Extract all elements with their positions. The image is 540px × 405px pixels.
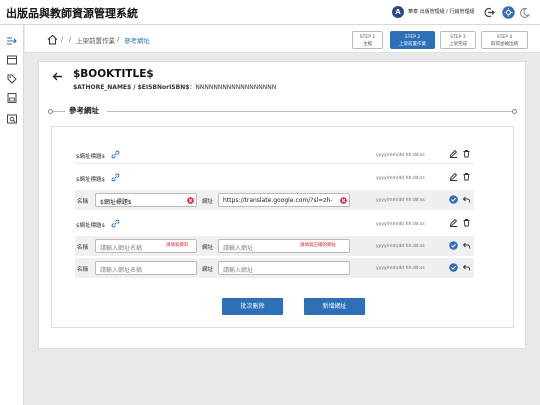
confirm-icon[interactable]	[449, 241, 458, 250]
url-label: 網址	[202, 245, 214, 251]
section-divider	[107, 111, 512, 112]
tag-icon[interactable]	[6, 73, 18, 85]
undo-icon[interactable]	[462, 195, 471, 204]
avatar[interactable]: A	[392, 6, 404, 18]
main-card: $BOOKTITLE$ $ATHORE_NAME$ / $EISBNorISBN…	[38, 61, 526, 349]
list-item: $網址標題$ yyyy/mm/dd hh:dd:ss	[75, 168, 474, 187]
edit-icon[interactable]	[449, 149, 458, 158]
undo-icon[interactable]	[462, 263, 471, 272]
expand-sidebar-icon[interactable]	[6, 35, 18, 47]
book-subtitle: $ATHORE_NAME$ / $EISBNorISBN$：NNNNNNNNNN…	[73, 84, 277, 91]
section-title: 參考網址	[69, 106, 99, 115]
clear-icon[interactable]	[187, 196, 194, 204]
step-4[interactable]: STEP 4 取得並輸出網	[481, 31, 528, 49]
error-message: 請填寫資料	[166, 243, 189, 248]
breadcrumb: / / 上架前置作業 / 參考網址 STEP 1 主檔 STEP 2 上架前置作業 …	[25, 25, 540, 53]
url-field[interactable]: 請輸入網址	[218, 261, 350, 275]
url-label: 網址	[202, 199, 214, 205]
url-title: $網址標題$	[76, 177, 105, 183]
timestamp: yyyy/mm/dd hh:dd:ss	[376, 198, 425, 203]
app-title: 出版品與教師資源管理系統	[6, 7, 138, 20]
breadcrumb-separator: /	[117, 35, 120, 43]
timestamp: yyyy/mm/dd hh:dd:ss	[376, 222, 425, 227]
edit-row: 名稱 $網址標題$ 網址 https://translate.google.co…	[75, 190, 474, 210]
window-icon[interactable]	[6, 54, 18, 66]
breadcrumb-separator: /	[61, 35, 64, 43]
section-divider	[53, 111, 65, 112]
name-label: 名稱	[77, 199, 89, 205]
name-field[interactable]: $網址標題$	[95, 193, 197, 207]
step-2[interactable]: STEP 2 上架前置作業	[390, 31, 435, 49]
trash-icon[interactable]	[462, 172, 471, 181]
breadcrumb-item-current: 參考網址	[124, 37, 150, 45]
link-icon[interactable]	[111, 150, 120, 159]
top-bar: 出版品與教師資源管理系統 A 華泰 出版管理組 / 行銷管理組	[0, 0, 540, 25]
row-divider	[75, 163, 474, 164]
edit-icon[interactable]	[449, 172, 458, 181]
timestamp: yyyy/mm/dd hh:dd:ss	[376, 266, 425, 271]
back-arrow-icon[interactable]	[51, 70, 64, 83]
error-message: 請填寫正確的網址	[300, 243, 336, 248]
name-field[interactable]: 請輸入網址名稱	[95, 261, 197, 275]
step-1[interactable]: STEP 1 主檔	[352, 31, 383, 49]
home-icon[interactable]	[47, 34, 58, 45]
edit-row: 名稱 請輸入網址名稱 網址 請輸入網址 yyyy/mm/dd hh:dd:ss	[75, 258, 474, 278]
breadcrumb-item-prep[interactable]: 上架前置作業	[76, 35, 115, 45]
timestamp: yyyy/mm/dd hh:dd:ss	[376, 244, 425, 249]
undo-icon[interactable]	[462, 241, 471, 250]
step-3[interactable]: STEP 3 上架完成	[440, 31, 476, 49]
list-item: $網址標題$ yyyy/mm/dd hh:dd:ss	[75, 145, 474, 164]
url-title: $網址標題$	[76, 154, 105, 160]
timestamp: yyyy/mm/dd hh:dd:ss	[376, 176, 425, 181]
edit-icon[interactable]	[449, 218, 458, 227]
search-doc-icon[interactable]	[6, 113, 18, 125]
timestamp: yyyy/mm/dd hh:dd:ss	[376, 153, 425, 158]
sun-icon[interactable]	[502, 6, 515, 19]
save-icon[interactable]	[6, 92, 18, 104]
moon-icon[interactable]	[518, 6, 531, 19]
trash-icon[interactable]	[462, 149, 471, 158]
edit-row: 名稱 請輸入網址名稱 請填寫資料 網址 請輸入網址 請填寫正確的網址 yyyy/…	[75, 236, 474, 256]
confirm-icon[interactable]	[449, 195, 458, 204]
list-item: $網址標題$ yyyy/mm/dd hh:dd:ss	[75, 214, 474, 233]
clear-icon[interactable]	[340, 196, 347, 204]
name-label: 名稱	[77, 267, 89, 273]
link-icon[interactable]	[111, 219, 120, 228]
section-dot	[512, 109, 517, 114]
book-title: $BOOKTITLE$	[73, 68, 154, 80]
link-icon[interactable]	[111, 173, 120, 182]
user-name: 華泰 出版管理組 / 行銷管理組	[408, 9, 475, 15]
url-label: 網址	[202, 267, 214, 273]
name-label: 名稱	[77, 245, 89, 251]
url-field[interactable]: https://translate.google.com/?sl=zh-	[218, 193, 350, 207]
confirm-icon[interactable]	[449, 263, 458, 272]
sidebar	[0, 25, 24, 405]
url-title: $網址標題$	[76, 223, 105, 229]
trash-icon[interactable]	[462, 218, 471, 227]
batch-delete-button[interactable]: 批次刪除	[222, 298, 283, 315]
breadcrumb-separator: /	[69, 35, 72, 43]
add-url-button[interactable]: 新增網址	[304, 298, 365, 315]
logout-icon[interactable]	[483, 6, 496, 19]
